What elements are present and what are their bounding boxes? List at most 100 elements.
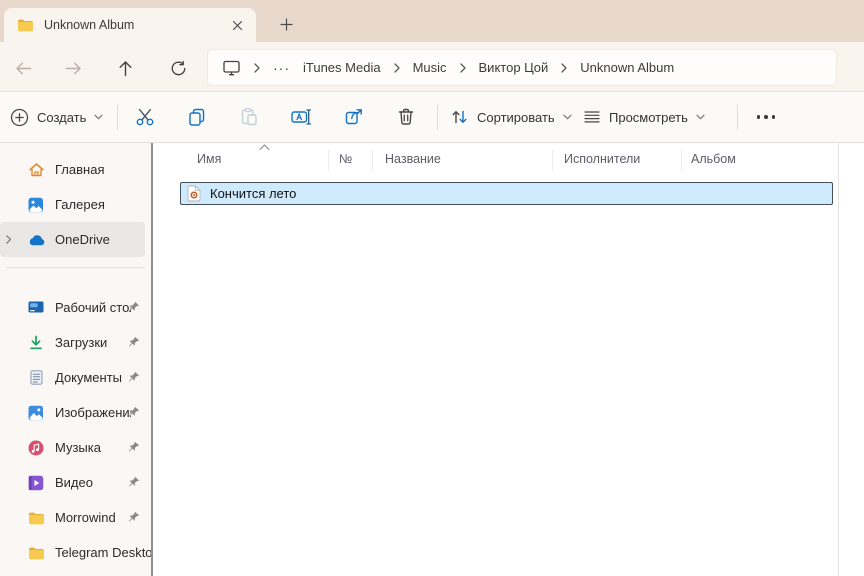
arrow-left-icon: [15, 61, 32, 76]
pin-icon: [128, 406, 140, 418]
more-options-button[interactable]: [752, 103, 780, 131]
view-button-label: Просмотреть: [609, 110, 688, 125]
chevron-down-icon: [696, 114, 705, 120]
audio-file-icon: [187, 185, 201, 202]
pin-icon: [128, 476, 140, 488]
sidebar-item-label: Загрузки: [55, 335, 107, 350]
chevron-right-icon: [254, 63, 260, 73]
sidebar-item-telegram-desktop[interactable]: Telegram Desktop: [0, 535, 151, 570]
tab-bar: Unknown Album: [0, 0, 864, 42]
rename-icon: [290, 107, 312, 127]
sort-ascending-icon: [259, 144, 270, 151]
videos-icon: [26, 475, 46, 491]
sidebar-item-pictures[interactable]: Изображения: [0, 395, 151, 430]
file-row-selected[interactable]: Кончится лето: [180, 182, 833, 205]
pin-icon: [128, 371, 140, 383]
column-separator[interactable]: [552, 150, 553, 171]
column-separator[interactable]: [681, 150, 682, 171]
sort-button[interactable]: Сортировать: [450, 92, 572, 142]
onedrive-cloud-icon: [26, 234, 46, 246]
sidebar-item-home[interactable]: Главная: [0, 152, 151, 187]
new-plus-icon: [10, 108, 29, 127]
column-header-number[interactable]: №: [339, 152, 352, 166]
view-icon: [583, 109, 601, 125]
sidebar-item-music[interactable]: Музыка: [0, 430, 151, 465]
toolbar-separator: [737, 105, 738, 130]
toolbar-separator: [437, 105, 438, 130]
this-pc-monitor-icon: [222, 59, 241, 76]
desktop-icon: [26, 301, 46, 314]
chevron-right-icon: [561, 63, 567, 73]
refresh-button[interactable]: [163, 56, 193, 80]
share-button[interactable]: [340, 103, 368, 131]
column-header-title[interactable]: Название: [385, 152, 441, 166]
column-end-line: [838, 143, 839, 576]
new-tab-button[interactable]: [272, 11, 300, 37]
file-list-pane: Имя № Название Исполнители Альбом Кончит…: [153, 143, 864, 576]
gallery-icon: [26, 197, 46, 213]
breadcrumb-item-music[interactable]: Music: [413, 60, 447, 75]
sidebar-item-gallery[interactable]: Галерея: [0, 187, 151, 222]
navigation-pane: Главная Галерея OneDrive: [0, 143, 151, 576]
sidebar-separator: [6, 267, 145, 268]
more-options-icon: [757, 115, 776, 119]
up-button[interactable]: [110, 56, 140, 80]
tab-title: Unknown Album: [44, 18, 226, 32]
chevron-down-icon: [563, 114, 572, 120]
view-button[interactable]: Просмотреть: [583, 92, 705, 142]
sidebar-item-documents[interactable]: Документы: [0, 360, 151, 395]
sidebar-item-downloads[interactable]: Загрузки: [0, 325, 151, 360]
sidebar-item-label: Telegram Desktop: [55, 545, 151, 560]
arrow-up-icon: [118, 60, 133, 77]
new-button[interactable]: Создать: [10, 92, 103, 142]
column-separator[interactable]: [328, 150, 329, 171]
folder-icon: [26, 511, 46, 525]
paste-button[interactable]: [235, 103, 263, 131]
sidebar-item-label: Главная: [55, 162, 104, 177]
music-icon: [26, 440, 46, 456]
chevron-right-icon[interactable]: [6, 235, 12, 244]
tab-unknown-album[interactable]: Unknown Album: [4, 8, 256, 42]
sidebar-item-videos[interactable]: Видео: [0, 465, 151, 500]
cut-button[interactable]: [131, 103, 159, 131]
cut-icon: [135, 107, 155, 127]
column-header-album[interactable]: Альбом: [691, 152, 736, 166]
sidebar-item-morrowind[interactable]: Morrowind: [0, 500, 151, 535]
file-explorer-window: Unknown Album: [0, 0, 864, 576]
sidebar-item-label: Morrowind: [55, 510, 116, 525]
breadcrumb-item-itunes-media[interactable]: iTunes Media: [303, 60, 381, 75]
file-name: Кончится лето: [210, 186, 296, 201]
copy-icon: [187, 107, 207, 127]
documents-icon: [26, 370, 46, 385]
address-bar[interactable]: ··· iTunes Media Music Виктор Цой Unknow…: [207, 49, 837, 86]
copy-button[interactable]: [183, 103, 211, 131]
sidebar-item-label: Рабочий стол: [55, 300, 131, 315]
column-header-name[interactable]: Имя: [197, 152, 221, 166]
sidebar-item-onedrive[interactable]: OneDrive: [0, 222, 145, 257]
column-header-artists[interactable]: Исполнители: [564, 152, 640, 166]
sidebar-item-label: Видео: [55, 475, 93, 490]
chevron-down-icon: [94, 114, 103, 120]
sidebar-item-label: Изображения: [55, 405, 131, 420]
rename-button[interactable]: [287, 103, 315, 131]
downloads-icon: [26, 335, 46, 350]
column-separator[interactable]: [372, 150, 373, 171]
delete-button[interactable]: [392, 103, 420, 131]
pin-icon: [128, 301, 140, 313]
breadcrumb-overflow-button[interactable]: ···: [273, 60, 290, 76]
back-button[interactable]: [8, 56, 38, 80]
folder-icon: [17, 18, 34, 32]
sidebar-item-label: Музыка: [55, 440, 101, 455]
forward-button[interactable]: [58, 56, 88, 80]
sort-button-label: Сортировать: [477, 110, 555, 125]
breadcrumb-item-unknown-album[interactable]: Unknown Album: [580, 60, 674, 75]
breadcrumb-item-artist[interactable]: Виктор Цой: [479, 60, 549, 75]
sort-icon: [450, 108, 469, 126]
sidebar-item-desktop[interactable]: Рабочий стол: [0, 290, 151, 325]
new-button-label: Создать: [37, 110, 86, 125]
pictures-icon: [26, 405, 46, 421]
close-tab-button[interactable]: [226, 14, 248, 36]
navigation-bar: ··· iTunes Media Music Виктор Цой Unknow…: [0, 42, 864, 92]
sidebar-item-label: Документы: [55, 370, 122, 385]
chevron-right-icon: [394, 63, 400, 73]
